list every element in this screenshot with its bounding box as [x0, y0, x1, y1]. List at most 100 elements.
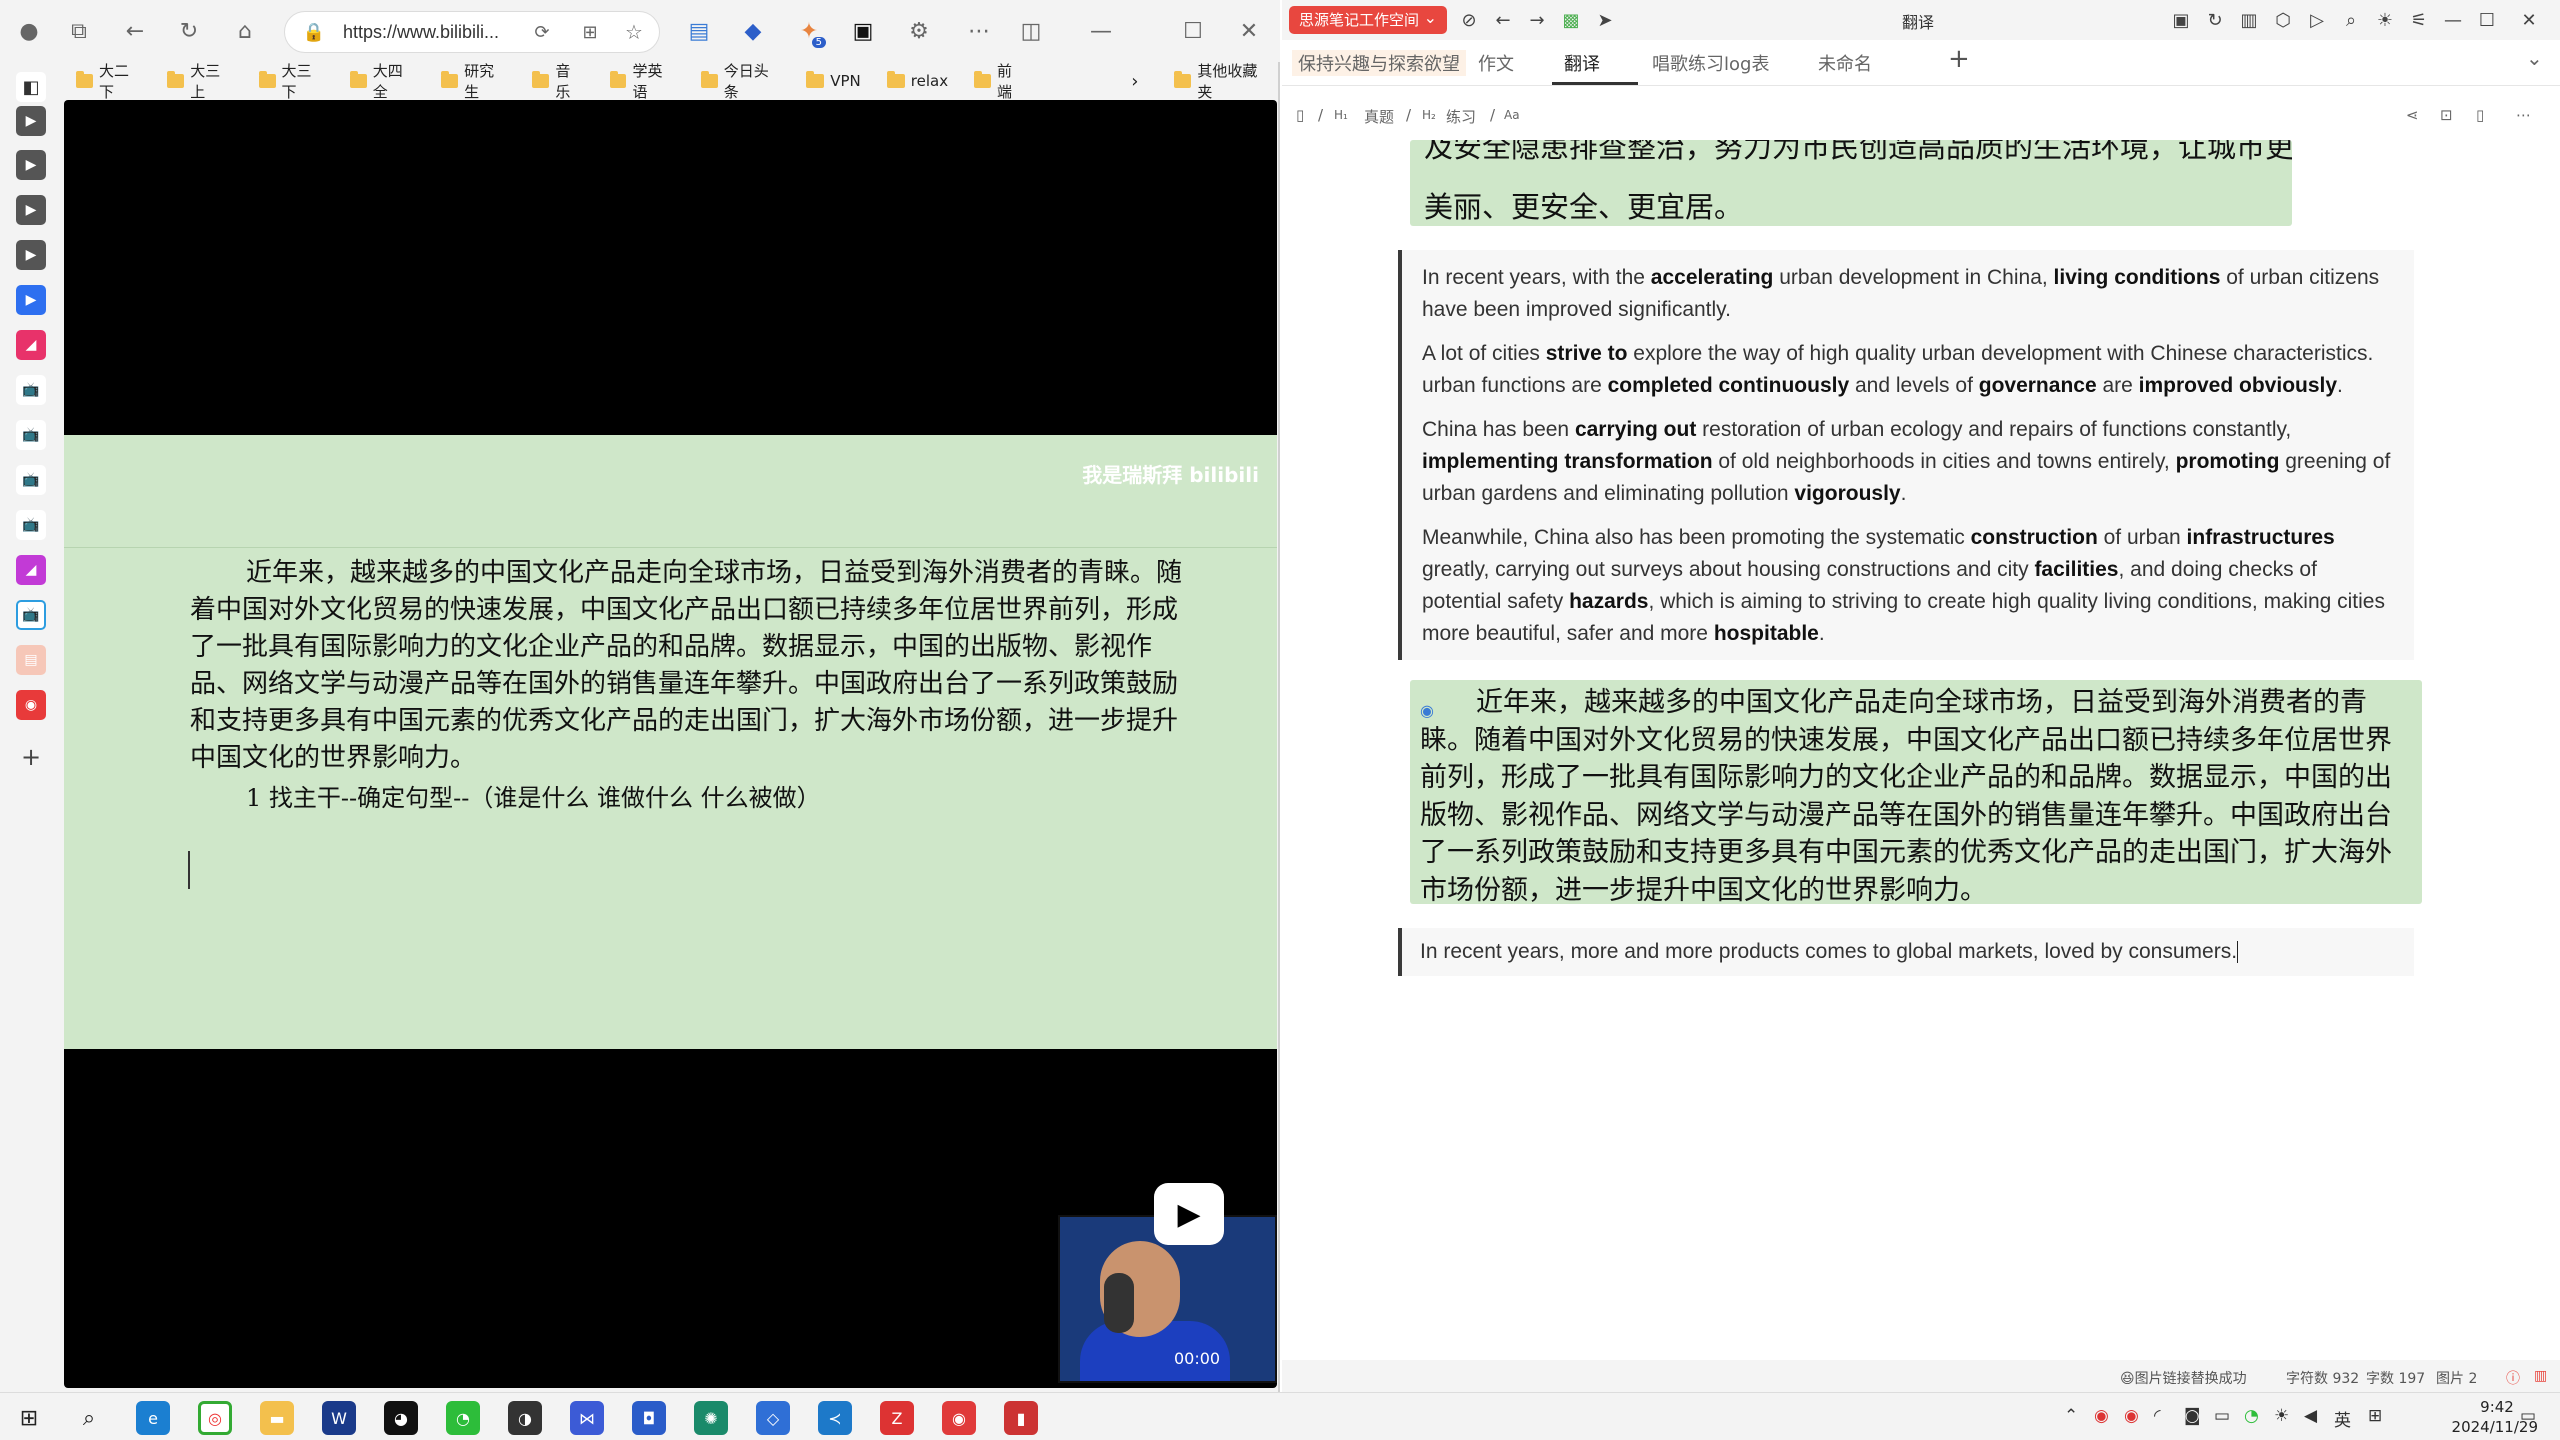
new-tab-icon[interactable]: + — [16, 742, 46, 772]
doc-icon[interactable]: ▯ — [1296, 106, 1304, 124]
netease-music-icon[interactable]: ◉ — [942, 1401, 976, 1435]
vertical-tabs-icon[interactable]: ◧ — [16, 72, 46, 102]
start-icon[interactable]: ⊞ — [12, 1401, 46, 1435]
bookmark-folder[interactable]: VPN — [792, 66, 873, 96]
tray-overflow-icon[interactable]: ⌃ — [2064, 1406, 2078, 1426]
breadcrumb-item[interactable]: 练习 — [1446, 106, 1476, 127]
back-icon[interactable]: ← — [1488, 5, 1518, 35]
tab-essay[interactable]: 作文 — [1478, 50, 1514, 76]
tab-singing-log[interactable]: 唱歌练习log表 — [1652, 50, 1769, 76]
bilibili-tab-icon[interactable]: 📺 — [16, 420, 46, 450]
notifications-icon[interactable]: ▭ — [2520, 1406, 2536, 1426]
netease-tray-icon[interactable]: ◉ — [2124, 1406, 2139, 1426]
search-icon[interactable]: ⌕ — [2336, 5, 2366, 35]
player-tab-icon[interactable]: ▶ — [16, 285, 46, 315]
red-tab-icon[interactable]: ◉ — [16, 690, 46, 720]
highlighted-chinese-block[interactable]: 及安全隐患排查整治，努力为市民创造高品质的生活环境，让城市更 美丽、更安全、更宜… — [1410, 140, 2292, 226]
video-tab-icon[interactable]: ▶ — [16, 195, 46, 225]
chrome-icon[interactable]: ◎ — [198, 1401, 232, 1435]
file-explorer-icon[interactable]: ▬ — [260, 1401, 294, 1435]
sidebar-toggle-icon[interactable]: ◫ — [1014, 14, 1048, 48]
video-player[interactable]: 我是瑞斯拜 bilibili 近年来，越来越多的中国文化产品走向全球市场，日益受… — [64, 100, 1277, 1388]
wechat-icon[interactable]: ◔ — [446, 1401, 480, 1435]
bilibili-tab-active-icon[interactable]: 📺 — [16, 600, 46, 630]
home-icon[interactable]: ⌂ — [228, 14, 262, 48]
quote-paragraph[interactable]: China has been carrying out restoration … — [1422, 414, 2396, 510]
menu-icon[interactable]: ▥ — [2534, 1368, 2547, 1384]
help-icon[interactable]: ⓘ — [2506, 1368, 2520, 1388]
bookmark-folder[interactable]: 大三下 — [245, 62, 336, 101]
extension-badge-icon[interactable]: ✦ 5 — [792, 14, 826, 48]
quote-paragraph[interactable]: A lot of cities strive to explore the wa… — [1422, 338, 2396, 402]
battery-icon[interactable]: ▭ — [2214, 1406, 2230, 1426]
video-tab-icon[interactable]: ▶ — [16, 106, 46, 136]
bookmark-folder[interactable]: 研究生 — [427, 62, 518, 101]
document-editor[interactable]: 及安全隐患排查整治，努力为市民创造高品质的生活环境，让城市更 美丽、更安全、更宜… — [1282, 140, 2560, 1350]
edge-icon[interactable]: e — [136, 1401, 170, 1435]
bookmark-folder[interactable]: 音乐 — [518, 62, 595, 101]
close-icon[interactable]: ✕ — [2514, 5, 2544, 35]
video-tab-icon[interactable]: ▶ — [16, 150, 46, 180]
github-icon[interactable]: ◑ — [508, 1401, 542, 1435]
plugin-icon[interactable]: ▩ — [1556, 5, 1586, 35]
keyboard-icon[interactable]: ⊞ — [2368, 1406, 2382, 1426]
back-icon[interactable]: ← — [118, 14, 152, 48]
minimize-icon[interactable]: — — [2438, 5, 2468, 35]
draft-text[interactable]: In recent years, more and more products … — [1420, 936, 2396, 968]
chart-extension-icon[interactable]: ▣ — [846, 14, 880, 48]
translate-extension-icon[interactable]: ◆ — [736, 14, 770, 48]
maximize-icon[interactable]: ☐ — [1176, 14, 1210, 48]
bilibili-tab-icon[interactable]: 📺 — [16, 465, 46, 495]
reader-extension-icon[interactable]: ▤ — [682, 14, 716, 48]
lock-icon[interactable]: ⊡ — [2440, 106, 2453, 124]
terminal-icon[interactable]: ▷ — [2302, 5, 2332, 35]
siyuan-icon[interactable]: ▮ — [1004, 1401, 1038, 1435]
tray-app-icon[interactable]: ◉ — [2094, 1406, 2109, 1426]
vscode-icon[interactable]: ≺ — [818, 1401, 852, 1435]
refresh-icon[interactable]: ↻ — [172, 14, 206, 48]
bookmark-folder[interactable]: relax — [873, 66, 960, 96]
more-icon[interactable]: ⋯ — [962, 14, 996, 48]
zotero-icon[interactable]: Z — [880, 1401, 914, 1435]
tab-interest[interactable]: 保持兴趣与探索欲望 — [1292, 50, 1466, 76]
qq-icon[interactable]: ◕ — [384, 1401, 418, 1435]
app-icon[interactable]: ◇ — [756, 1401, 790, 1435]
chatgpt-icon[interactable]: ✺ — [694, 1401, 728, 1435]
read-aloud-icon[interactable]: ⟳ — [525, 15, 559, 49]
favorite-star-icon[interactable]: ☆ — [617, 15, 651, 49]
bilibili-tab-icon[interactable]: 📺 — [16, 510, 46, 540]
tab-translation[interactable]: 翻译 — [1564, 50, 1600, 76]
wechat-tray-icon[interactable]: ◔ — [2244, 1406, 2259, 1426]
bilibili-tab-icon[interactable]: 📺 — [16, 375, 46, 405]
theme-icon[interactable]: ☀ — [2370, 5, 2400, 35]
doc-tab-icon[interactable]: ▤ — [16, 645, 46, 675]
tab-untitled[interactable]: 未命名 — [1818, 50, 1872, 76]
draft-blockquote[interactable]: In recent years, more and more products … — [1398, 928, 2414, 976]
bookmark-folder[interactable]: 今日头条 — [687, 62, 792, 101]
app-icon[interactable]: ⊞ — [573, 15, 607, 49]
export-icon[interactable]: ▯ — [2476, 106, 2484, 124]
pen-tab-icon[interactable]: ◢ — [16, 555, 46, 585]
box-icon[interactable]: ⬡ — [2268, 5, 2298, 35]
vs-icon[interactable]: ⋈ — [570, 1401, 604, 1435]
workspace-button[interactable]: 思源笔记工作空间 — [1289, 4, 1448, 34]
pen-tab-icon[interactable]: ◢ — [16, 330, 46, 360]
bookmark-folder[interactable]: 大四全 — [336, 62, 427, 101]
outline-icon[interactable]: ⋖ — [2406, 106, 2419, 124]
forward-icon[interactable]: → — [1522, 5, 1552, 35]
profile-icon[interactable]: ● — [12, 14, 46, 48]
address-bar[interactable]: 🔒 https://www.bilibili... ⟳ ⊞ ☆ — [284, 11, 660, 53]
close-icon[interactable]: ✕ — [1232, 14, 1266, 48]
quote-paragraph[interactable]: In recent years, with the accelerating u… — [1422, 262, 2396, 326]
bookmark-folder[interactable]: 大二下 — [62, 62, 153, 101]
ime-indicator[interactable]: 英 — [2334, 1406, 2351, 1431]
save-icon[interactable]: ▥ — [2234, 5, 2264, 35]
tray-app-icon[interactable]: ◙ — [2184, 1406, 2201, 1426]
brightness-icon[interactable]: ☀ — [2274, 1406, 2289, 1426]
bookmark-folder[interactable]: 前端 — [960, 62, 1037, 101]
add-tab-icon[interactable]: + — [1948, 44, 1970, 74]
translation-blockquote[interactable]: In recent years, with the accelerating u… — [1398, 250, 2414, 660]
play-icon[interactable]: ▶ — [1154, 1183, 1224, 1245]
tab-actions-icon[interactable]: ⧉ — [62, 14, 96, 48]
breadcrumb-item[interactable]: 真题 — [1364, 106, 1394, 127]
